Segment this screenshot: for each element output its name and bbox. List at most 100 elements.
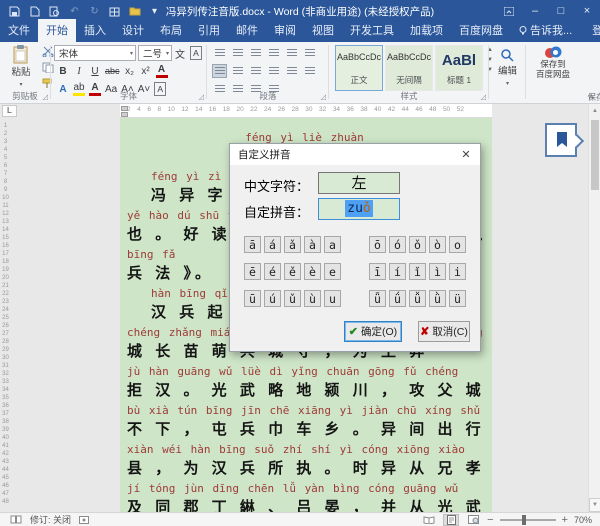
tone-button[interactable]: u xyxy=(324,290,341,307)
save-to-baidu-button[interactable]: 保存到百度网盘 xyxy=(536,59,570,79)
tone-button[interactable]: ǚ xyxy=(409,290,426,307)
underline-button[interactable]: U xyxy=(89,64,101,78)
italic-button[interactable]: I xyxy=(73,64,85,78)
tone-button[interactable]: é xyxy=(264,263,281,280)
multilevel-list-button[interactable] xyxy=(248,46,263,60)
paragraph-dialog-launcher[interactable]: ◿ xyxy=(321,94,326,101)
zoom-slider-thumb[interactable] xyxy=(522,515,526,525)
align-justify-button[interactable] xyxy=(212,64,227,78)
zoom-out-button[interactable]: − xyxy=(487,514,493,526)
tone-button[interactable]: a xyxy=(324,236,341,253)
sign-in-button[interactable]: 登录 xyxy=(584,19,600,42)
tone-button[interactable]: ǘ xyxy=(389,290,406,307)
character-border-button[interactable]: A xyxy=(190,46,202,60)
baidu-netdisk-icon[interactable] xyxy=(544,45,562,59)
tone-button[interactable]: ā xyxy=(244,236,261,253)
track-changes-status[interactable]: 修订: 关闭 xyxy=(30,513,71,526)
tone-button[interactable]: ò xyxy=(429,236,446,253)
paste-button[interactable]: 粘贴▾ xyxy=(4,45,38,93)
qat-customize-icon[interactable]: ▾ xyxy=(148,5,161,18)
tone-button[interactable]: ǒ xyxy=(409,236,426,253)
tone-button[interactable]: ó xyxy=(389,236,406,253)
tab-mailings[interactable]: 邮件 xyxy=(228,19,266,42)
zoom-slider[interactable] xyxy=(500,519,556,521)
tone-button[interactable]: ǎ xyxy=(284,236,301,253)
tell-me-button[interactable]: 告诉我... xyxy=(511,19,580,42)
style-heading-1[interactable]: AaBl标题 1 xyxy=(435,45,483,91)
tone-button[interactable]: ü xyxy=(449,290,466,307)
tone-button[interactable]: ú xyxy=(264,290,281,307)
tab-view[interactable]: 视图 xyxy=(304,19,342,42)
tone-button[interactable]: ū xyxy=(244,290,261,307)
zoom-level[interactable]: 70% xyxy=(574,515,592,525)
tone-button[interactable]: ě xyxy=(284,263,301,280)
cancel-button[interactable]: ✘取消(C) xyxy=(418,321,470,342)
left-indent-marker[interactable] xyxy=(121,112,128,117)
read-mode-button[interactable] xyxy=(421,514,437,526)
strikethrough-button[interactable]: abc xyxy=(105,64,120,78)
new-document-icon[interactable] xyxy=(28,5,41,18)
redo-icon[interactable]: ↻ xyxy=(88,5,101,18)
grid-settings-button[interactable] xyxy=(302,64,317,78)
tone-button[interactable]: è xyxy=(304,263,321,280)
tone-button[interactable]: i xyxy=(449,263,466,280)
style-no-spacing[interactable]: AaBbCcDc无间隔 xyxy=(385,45,433,91)
tone-button[interactable]: ē xyxy=(244,263,261,280)
ok-button[interactable]: ✔确定(O) xyxy=(344,321,402,342)
chinese-char-field[interactable]: 左 xyxy=(318,172,400,194)
macro-record-icon[interactable] xyxy=(79,516,89,524)
tab-file[interactable]: 文件 xyxy=(0,19,38,42)
line-spacing-button[interactable] xyxy=(284,64,299,78)
dialog-close-icon[interactable]: ✕ xyxy=(452,148,480,161)
tab-design[interactable]: 设计 xyxy=(114,19,152,42)
proofing-book-icon[interactable] xyxy=(10,515,22,524)
tab-home[interactable]: 开始 xyxy=(38,19,76,42)
superscript-button[interactable]: x² xyxy=(140,64,152,78)
web-layout-button[interactable] xyxy=(465,514,481,526)
tone-button[interactable]: o xyxy=(449,236,466,253)
align-center-button[interactable] xyxy=(230,64,245,78)
custom-pinyin-field[interactable]: zuǒ xyxy=(318,198,400,220)
clipboard-dialog-launcher[interactable]: ◿ xyxy=(43,94,48,101)
decrease-indent-button[interactable] xyxy=(266,46,281,60)
style-normal[interactable]: AaBbCcDc正文 xyxy=(335,45,383,91)
styles-dialog-launcher[interactable]: ◿ xyxy=(481,94,486,101)
tab-layout[interactable]: 布局 xyxy=(152,19,190,42)
tab-references[interactable]: 引用 xyxy=(190,19,228,42)
scrollbar-thumb[interactable] xyxy=(591,120,599,190)
clear-formatting-button[interactable]: A xyxy=(156,64,168,78)
tone-button[interactable]: ō xyxy=(369,236,386,253)
bullets-button[interactable] xyxy=(212,46,227,60)
collapse-ribbon-icon[interactable]: ∧ xyxy=(588,92,594,101)
tab-stop-selector[interactable]: L xyxy=(2,105,17,117)
tab-developer[interactable]: 开发工具 xyxy=(342,19,402,42)
tab-baidu-netdisk[interactable]: 百度网盘 xyxy=(451,19,511,42)
increase-indent-button[interactable] xyxy=(284,46,299,60)
font-dialog-launcher[interactable]: ◿ xyxy=(199,94,204,101)
zoom-in-button[interactable]: + xyxy=(562,514,568,526)
tone-button[interactable]: ǖ xyxy=(369,290,386,307)
subscript-button[interactable]: x₂ xyxy=(124,64,136,78)
tone-button[interactable]: ī xyxy=(369,263,386,280)
asian-layout-button[interactable] xyxy=(302,46,317,60)
tone-button[interactable]: ì xyxy=(429,263,446,280)
tone-button[interactable]: á xyxy=(264,236,281,253)
tab-review[interactable]: 审阅 xyxy=(266,19,304,42)
vertical-scrollbar[interactable]: ▲ ▼ xyxy=(588,104,600,512)
tone-button[interactable]: à xyxy=(304,236,321,253)
align-right-button[interactable] xyxy=(248,64,263,78)
phonetic-guide-button[interactable]: 文 xyxy=(174,46,186,60)
tone-button[interactable]: ǔ xyxy=(284,290,301,307)
undo-icon[interactable]: ↶ xyxy=(68,5,81,18)
font-size-select[interactable]: 二号▾ xyxy=(138,45,172,61)
bold-button[interactable]: B xyxy=(57,64,69,78)
tone-button[interactable]: í xyxy=(389,263,406,280)
tab-insert[interactable]: 插入 xyxy=(76,19,114,42)
tone-button[interactable]: e xyxy=(324,263,341,280)
editing-button[interactable]: 编辑▾ xyxy=(490,42,525,103)
tone-button[interactable]: ǜ xyxy=(429,290,446,307)
open-folder-icon[interactable] xyxy=(128,5,141,18)
bookmark-callout[interactable] xyxy=(545,123,577,157)
first-line-indent-marker[interactable] xyxy=(121,106,128,111)
print-preview-icon[interactable] xyxy=(48,5,61,18)
